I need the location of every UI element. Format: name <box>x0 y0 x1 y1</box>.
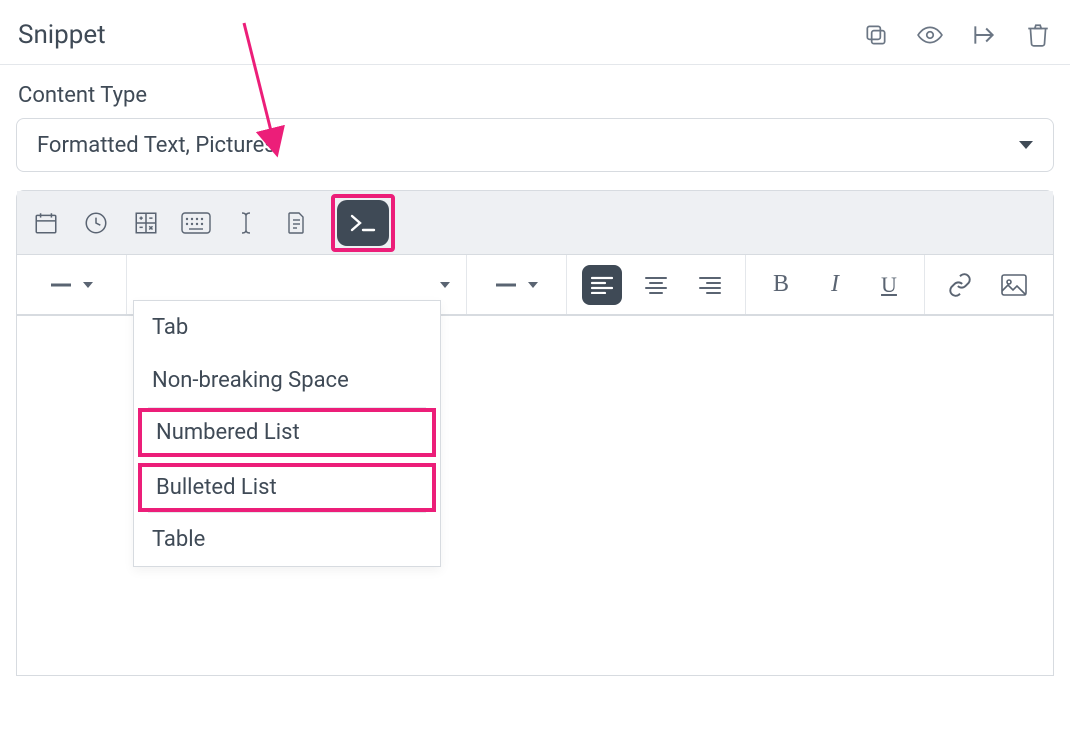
keyboard-icon[interactable] <box>181 208 211 238</box>
copy-icon[interactable] <box>862 21 890 49</box>
content-type-label: Content Type <box>0 65 1070 118</box>
insert-menu: Tab Non-breaking Space Numbered List Bul… <box>133 300 441 567</box>
media-group <box>925 255 1049 314</box>
code-button-highlight <box>331 194 395 252</box>
content-type-select[interactable]: Formatted Text, Pictures <box>16 118 1054 172</box>
image-icon[interactable] <box>987 274 1041 296</box>
align-group <box>567 255 746 314</box>
form-icon[interactable] <box>281 208 311 238</box>
bold-button[interactable]: B <box>754 271 808 298</box>
menu-item-nbsp[interactable]: Non-breaking Space <box>134 354 440 407</box>
cursor-icon[interactable] <box>231 208 261 238</box>
menu-item-tab[interactable]: Tab <box>134 301 440 354</box>
calc-icon[interactable] <box>131 208 161 238</box>
content-type-value: Formatted Text, Pictures <box>37 133 276 158</box>
trash-icon[interactable] <box>1024 21 1052 49</box>
time-icon[interactable] <box>81 208 111 238</box>
date-icon[interactable] <box>31 208 61 238</box>
style-dropdown[interactable] <box>17 255 127 314</box>
menu-item-numbered-list[interactable]: Numbered List <box>138 408 436 457</box>
editor-toolbar: B I U <box>16 190 1054 316</box>
align-right-button[interactable] <box>683 276 737 294</box>
italic-button[interactable]: I <box>808 271 862 298</box>
weight-dropdown[interactable] <box>467 255 567 314</box>
chevron-down-icon <box>83 282 93 288</box>
chevron-down-icon <box>1019 141 1033 149</box>
preview-icon[interactable] <box>916 21 944 49</box>
chevron-down-icon <box>528 282 538 288</box>
page-title: Snippet <box>18 20 106 50</box>
align-center-button[interactable] <box>629 276 683 294</box>
link-icon[interactable] <box>933 272 987 298</box>
text-style-group: B I U <box>746 255 925 314</box>
toolbar-row-top <box>17 191 1053 255</box>
header-actions <box>862 21 1052 49</box>
menu-item-table[interactable]: Table <box>134 513 440 566</box>
chevron-down-icon <box>440 282 450 288</box>
underline-button[interactable]: U <box>862 272 916 298</box>
align-left-button[interactable] <box>575 265 629 305</box>
terminal-icon[interactable] <box>337 200 389 246</box>
export-icon[interactable] <box>970 21 998 49</box>
menu-item-bulleted-list[interactable]: Bulleted List <box>138 463 436 512</box>
